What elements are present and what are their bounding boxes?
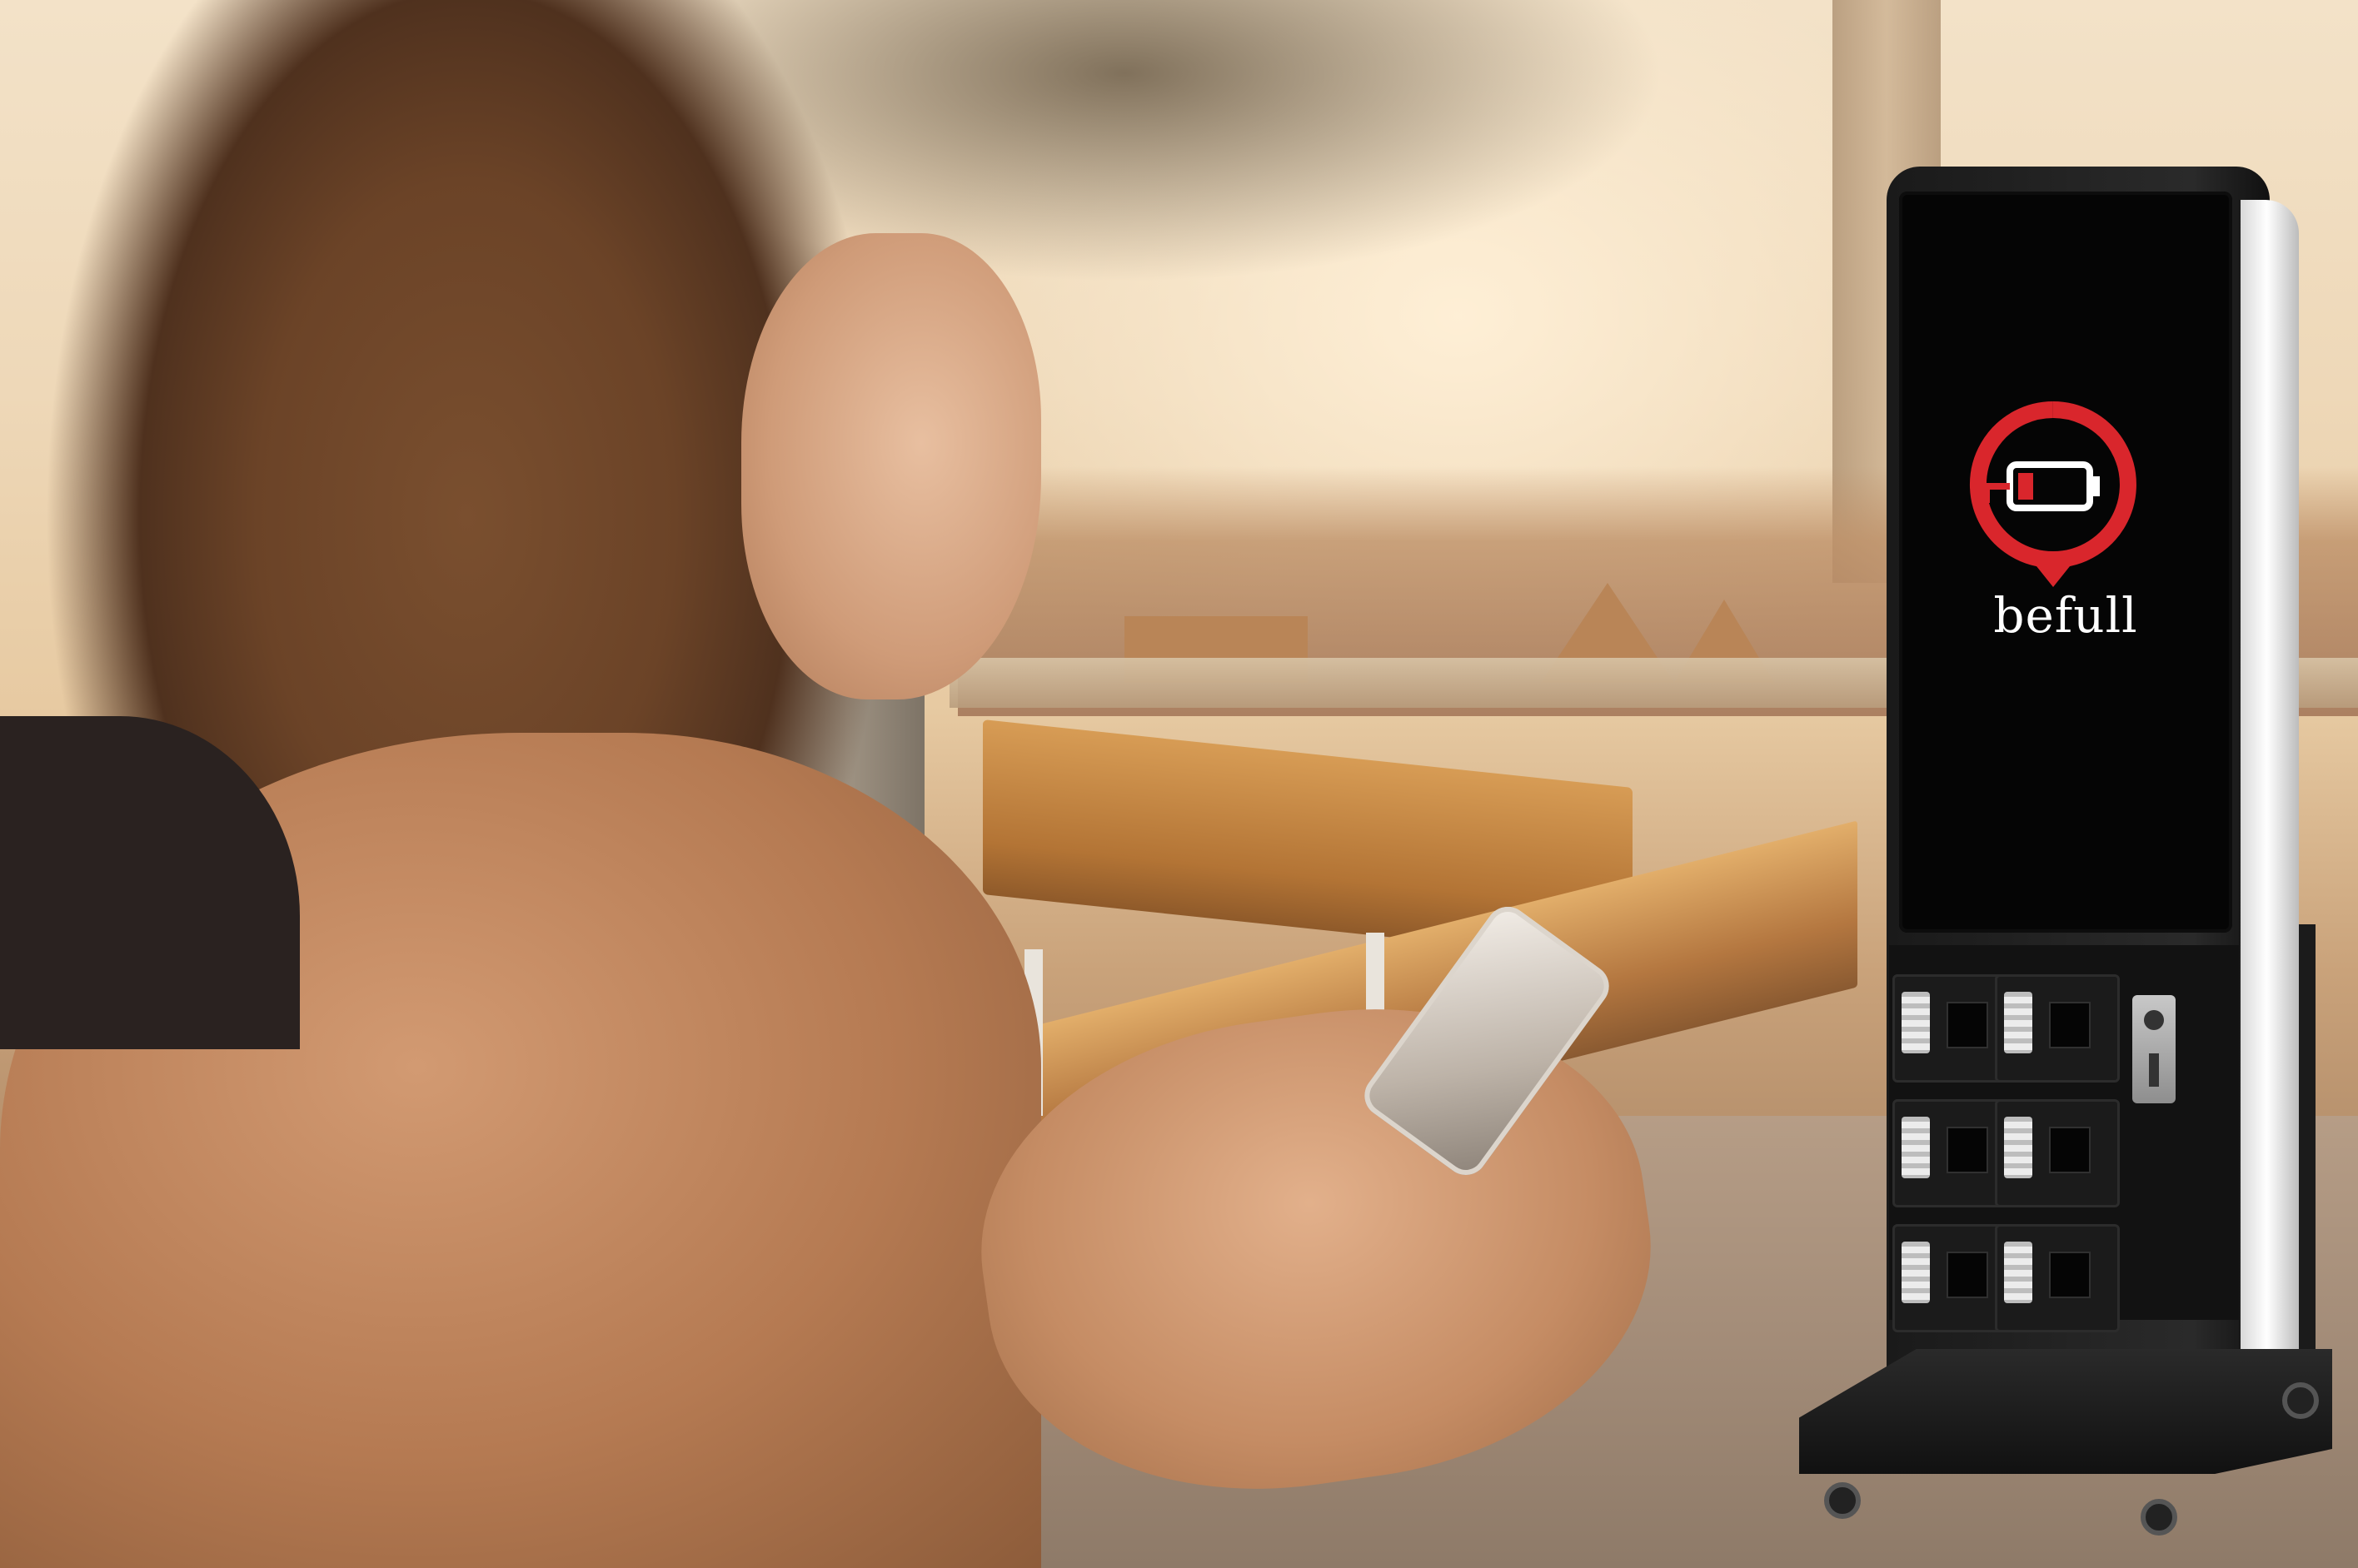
woman-face bbox=[741, 233, 1041, 699]
coin-acceptor[interactable] bbox=[2132, 995, 2176, 1103]
battery-level bbox=[2018, 473, 2033, 500]
battery-terminal bbox=[2091, 476, 2100, 496]
keypad[interactable] bbox=[1902, 1117, 1930, 1178]
charging-locker[interactable] bbox=[1995, 1224, 2120, 1332]
keypad[interactable] bbox=[2004, 992, 2032, 1053]
locker-window bbox=[1947, 1002, 1988, 1048]
locker-window bbox=[1947, 1252, 1988, 1298]
locker-window bbox=[2049, 1002, 2091, 1048]
locker-window bbox=[1947, 1127, 1988, 1173]
locker-window bbox=[2049, 1127, 2091, 1173]
coin-slot[interactable] bbox=[2149, 1053, 2159, 1087]
brand-name: befull bbox=[1993, 587, 2138, 644]
caster-wheel bbox=[2141, 1499, 2177, 1536]
caster-wheel bbox=[2282, 1382, 2319, 1419]
pin-tip bbox=[2026, 554, 2080, 587]
keypad[interactable] bbox=[2004, 1242, 2032, 1303]
photo-scene: befull bbox=[0, 0, 2358, 1568]
keypad[interactable] bbox=[1902, 1242, 1930, 1303]
coin-reject-button[interactable] bbox=[2144, 1010, 2164, 1030]
keypad[interactable] bbox=[2004, 1117, 2032, 1178]
caster-wheel bbox=[1824, 1482, 1861, 1519]
charging-locker[interactable] bbox=[1995, 1099, 2120, 1207]
keypad[interactable] bbox=[1902, 992, 1930, 1053]
charging-locker[interactable] bbox=[1995, 974, 2120, 1083]
locker-window bbox=[2049, 1252, 2091, 1298]
battery-low-location-pin-icon bbox=[1969, 401, 2136, 587]
kiosk-side-panel bbox=[2241, 200, 2299, 1399]
